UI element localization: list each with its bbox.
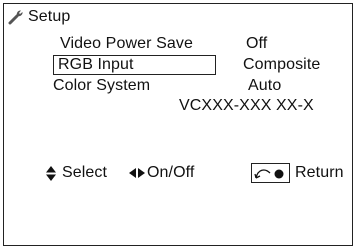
return-hint-label: Return	[295, 164, 344, 181]
left-right-arrow-icon	[129, 168, 145, 178]
menu-title: Setup	[28, 8, 71, 25]
menu-value-rgb-input: Composite	[243, 56, 321, 73]
menu-item-color-system[interactable]: Color System	[53, 77, 150, 95]
menu-value-color-system: Auto	[248, 77, 282, 94]
menu-value-video-power-save: Off	[246, 35, 268, 52]
return-key-icon	[251, 163, 290, 183]
wrench-icon	[8, 10, 23, 25]
model-number: VCXXX-XXX XX-X	[179, 97, 314, 114]
menu-item-video-power-save[interactable]: Video Power Save	[60, 35, 193, 53]
menu-item-rgb-input[interactable]: RGB Input	[58, 56, 134, 74]
select-hint-label: Select	[62, 164, 108, 181]
onoff-hint-label: On/Off	[147, 164, 195, 181]
up-down-arrow-icon	[46, 166, 56, 181]
